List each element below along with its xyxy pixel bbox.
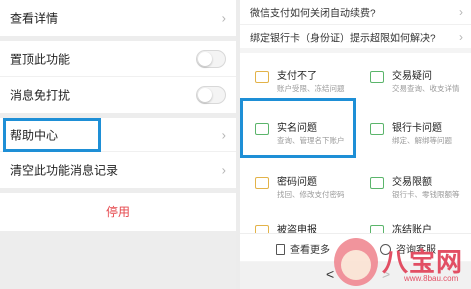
category-title: 交易疑问 [392,71,432,82]
watermark-url: www.8bau.com [404,274,459,283]
freeze-icon [370,225,384,233]
faq-item[interactable]: 绑定银行卡（身份证）提示超限如何解决? › [240,24,471,48]
category-title: 冻结账户 [392,225,432,233]
clear-records-label: 清空此功能消息记录 [10,163,119,178]
category-subtitle: 找回、修改支付密码 [277,190,345,199]
payment-icon [255,71,269,83]
category-subtitle: 账户受限、冻结问题 [277,84,345,93]
category-subtitle: 银行卡、零钱限额等 [392,190,460,199]
category-freeze[interactable]: 冻结账户 [355,211,470,233]
help-center-highlight-box [3,118,101,152]
category-password[interactable]: 密码问题 找回、修改支付密码 [240,163,355,211]
do-not-disturb-toggle[interactable] [196,86,226,104]
document-icon [276,244,285,255]
do-not-disturb-label: 消息免打扰 [10,88,71,103]
view-details-row[interactable]: 查看详情 › [0,0,236,36]
pin-function-row: 置顶此功能 [0,41,236,77]
category-subtitle: 绑定、解绑等问题 [392,136,452,145]
theft-icon [255,225,269,233]
faq-question: 微信支付如何关闭自动续费? [250,8,376,20]
watermark-logo: 八宝网 www.8bau.com [334,238,471,289]
back-arrow-icon[interactable]: < [326,266,334,282]
category-title: 被盗申报 [277,225,317,233]
limit-icon [370,177,384,189]
category-title: 银行卡问题 [392,123,442,134]
realname-highlight-box [240,98,356,158]
clear-records-row[interactable]: 清空此功能消息记录 › [0,152,236,188]
pin-function-label: 置顶此功能 [10,52,71,66]
chevron-right-icon: › [221,10,226,26]
view-more-button[interactable]: 查看更多 [276,241,330,256]
category-transaction[interactable]: 交易疑问 交易查询、收支详情 [355,57,470,105]
category-title: 交易限额 [392,177,432,188]
view-details-label: 查看详情 [10,11,59,26]
category-subtitle: 交易查询、收支详情 [392,84,460,93]
chevron-right-icon: › [459,29,463,44]
chevron-right-icon: › [459,5,463,19]
faq-item[interactable]: 微信支付如何关闭自动续费? › [240,0,471,24]
transaction-icon [370,71,384,83]
category-theft[interactable]: 被盗申报 [240,211,355,233]
password-icon [255,177,269,189]
chevron-right-icon: › [221,162,226,178]
disable-button[interactable]: 停用 [0,193,236,231]
bankcard-icon [370,123,384,135]
chevron-right-icon: › [221,127,226,142]
category-title: 支付不了 [277,71,317,82]
do-not-disturb-row: 消息免打扰 [0,77,236,113]
category-title: 密码问题 [277,177,317,188]
category-limit[interactable]: 交易限额 银行卡、零钱限额等 [355,163,470,211]
category-bankcard[interactable]: 银行卡问题 绑定、解绑等问题 [355,109,470,157]
baby-face-icon [334,238,378,286]
faq-question: 绑定银行卡（身份证）提示超限如何解决? [250,33,436,44]
pin-function-toggle[interactable] [196,49,226,68]
